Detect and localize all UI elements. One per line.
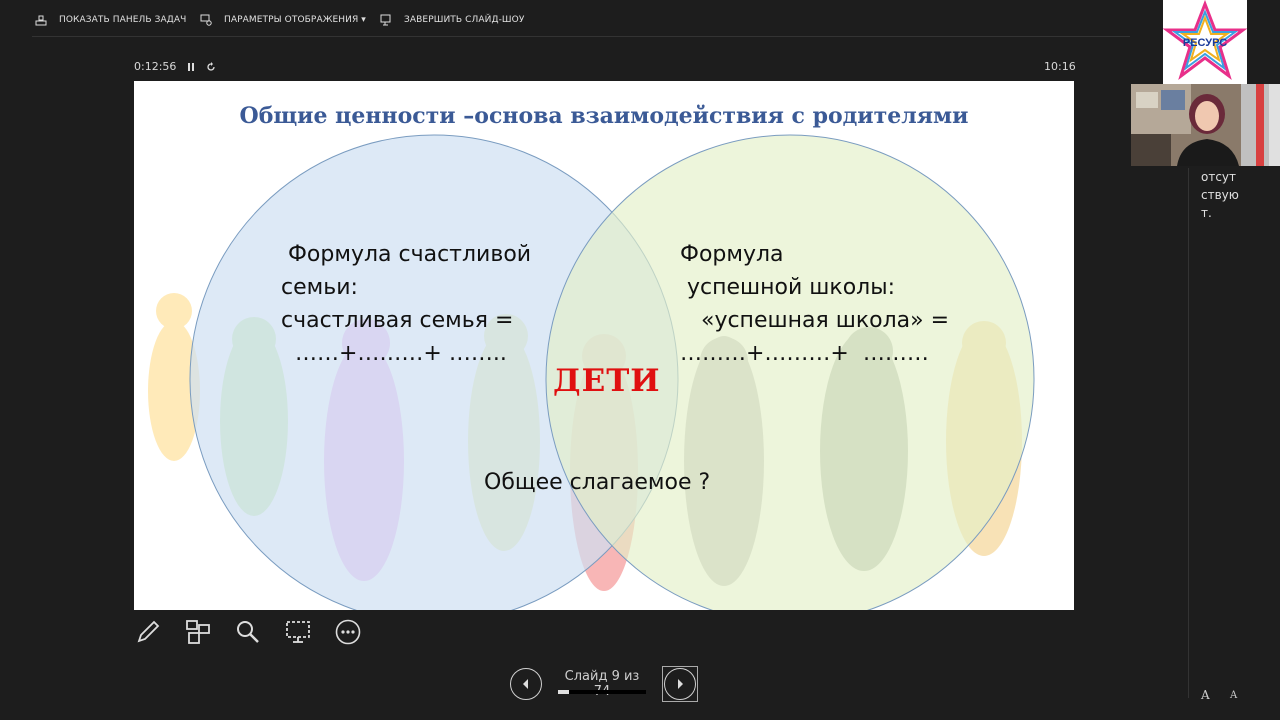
notes-text: отсут ствую т. bbox=[1201, 170, 1239, 220]
zoom-button[interactable] bbox=[234, 618, 262, 646]
decrease-font-icon: A bbox=[1230, 690, 1238, 701]
presenter-toolbar: ПОКАЗАТЬ ПАНЕЛЬ ЗАДАЧ ПАРАМЕТРЫ ОТОБРАЖЕ… bbox=[32, 8, 1130, 37]
end-slideshow-icon bbox=[380, 14, 391, 26]
taskbar-icon bbox=[35, 15, 47, 26]
slide-progress-fill bbox=[558, 690, 569, 694]
slides-grid-icon bbox=[186, 620, 210, 644]
elapsed-time: 0:12:56 bbox=[134, 60, 177, 73]
decrease-font-button[interactable]: A bbox=[1230, 690, 1237, 701]
slide-counter[interactable]: Слайд 9 из 74 bbox=[558, 669, 646, 699]
successful-school-formula: Формула успешной школы: «успешная школа»… bbox=[680, 242, 950, 366]
end-slideshow-button[interactable]: ЗАВЕРШИТЬ СЛАЙД-ШОУ bbox=[380, 14, 524, 26]
elapsed-timer: 0:12:56 bbox=[134, 60, 216, 73]
presenter-tools bbox=[134, 618, 362, 646]
common-term-question: Общее слагаемое ? bbox=[484, 470, 711, 495]
black-screen-button[interactable] bbox=[284, 618, 312, 646]
slide-counter-label: Слайд 9 из 74 bbox=[564, 669, 640, 699]
slide-progress-bar bbox=[558, 690, 646, 694]
resurs-logo: РЕСУРС bbox=[1162, 0, 1248, 84]
panel-divider bbox=[1188, 168, 1189, 698]
restart-timer-button[interactable] bbox=[206, 61, 216, 72]
previous-slide-button[interactable] bbox=[510, 668, 542, 700]
center-word: ДЕТИ bbox=[553, 363, 661, 399]
pen-icon bbox=[137, 620, 160, 643]
current-slide: Общие ценности –основа взаимодействия с … bbox=[134, 81, 1074, 610]
display-settings-label: ПАРАМЕТРЫ ОТОБРАЖЕНИЯ ▾ bbox=[224, 15, 366, 25]
slide-title: Общие ценности –основа взаимодействия с … bbox=[239, 103, 969, 129]
logo-text: РЕСУРС bbox=[1182, 37, 1228, 49]
more-icon bbox=[335, 619, 361, 645]
next-slide-focus-box bbox=[662, 666, 698, 702]
presenter-video[interactable] bbox=[1131, 84, 1280, 166]
next-arrow-icon bbox=[678, 679, 683, 689]
more-options-button[interactable] bbox=[334, 618, 362, 646]
prev-arrow-icon bbox=[523, 679, 528, 689]
pause-button[interactable] bbox=[186, 62, 196, 72]
pen-tool-button[interactable] bbox=[134, 618, 162, 646]
slide-navigation: Слайд 9 из 74 bbox=[510, 666, 698, 702]
increase-font-button[interactable]: A bbox=[1201, 688, 1210, 702]
display-settings-icon bbox=[200, 14, 212, 26]
increase-font-icon: A bbox=[1201, 688, 1210, 702]
show-taskbar-button[interactable]: ПОКАЗАТЬ ПАНЕЛЬ ЗАДАЧ bbox=[35, 14, 186, 26]
show-taskbar-label: ПОКАЗАТЬ ПАНЕЛЬ ЗАДАЧ bbox=[59, 15, 187, 25]
pointer-screen-icon bbox=[286, 621, 310, 643]
next-slide-button[interactable] bbox=[664, 668, 696, 700]
display-settings-button[interactable]: ПАРАМЕТРЫ ОТОБРАЖЕНИЯ ▾ bbox=[200, 14, 366, 26]
zoom-icon bbox=[237, 621, 259, 643]
happy-family-formula: Формула счастливой семьи: счастливая сем… bbox=[281, 242, 532, 366]
presenter-video-image bbox=[1131, 84, 1280, 166]
see-all-slides-button[interactable] bbox=[184, 618, 212, 646]
end-slideshow-label: ЗАВЕРШИТЬ СЛАЙД-ШОУ bbox=[404, 15, 525, 25]
restart-icon bbox=[207, 61, 216, 71]
current-time: 10:16 bbox=[1044, 60, 1076, 73]
pause-icon bbox=[188, 62, 195, 71]
